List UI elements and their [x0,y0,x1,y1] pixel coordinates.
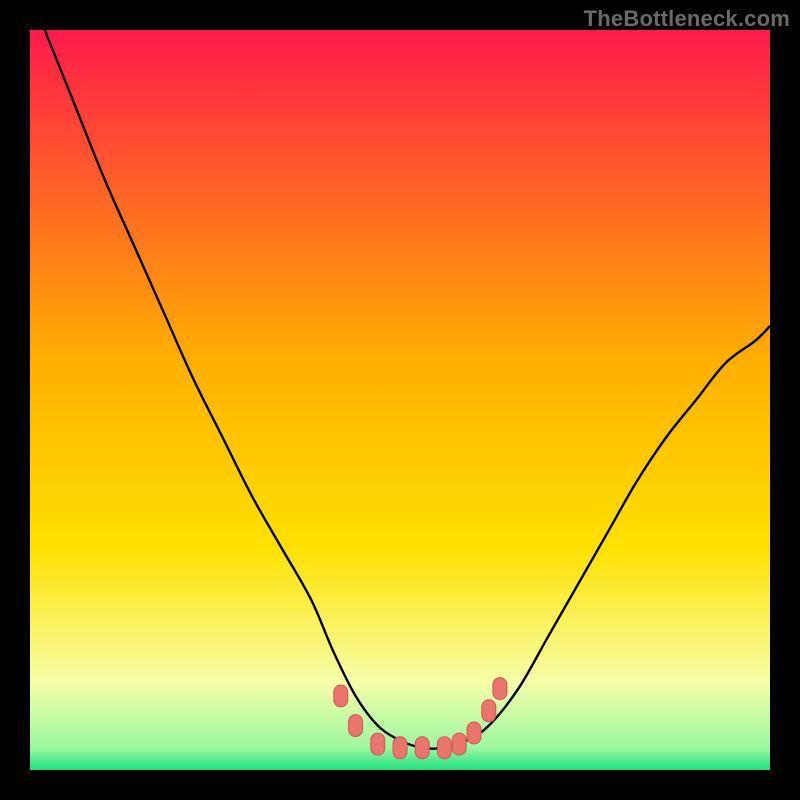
gradient-background [30,30,770,770]
curve-marker [334,685,348,707]
curve-marker [371,733,385,755]
chart-svg [30,30,770,770]
curve-marker [415,737,429,759]
plot-area [30,30,770,770]
curve-marker [482,700,496,722]
curve-marker [452,733,466,755]
curve-marker [349,715,363,737]
curve-marker [393,737,407,759]
curve-marker [493,678,507,700]
attribution-label: TheBottleneck.com [584,6,790,32]
outer-frame: TheBottleneck.com [0,0,800,800]
curve-marker [437,737,451,759]
curve-marker [467,722,481,744]
